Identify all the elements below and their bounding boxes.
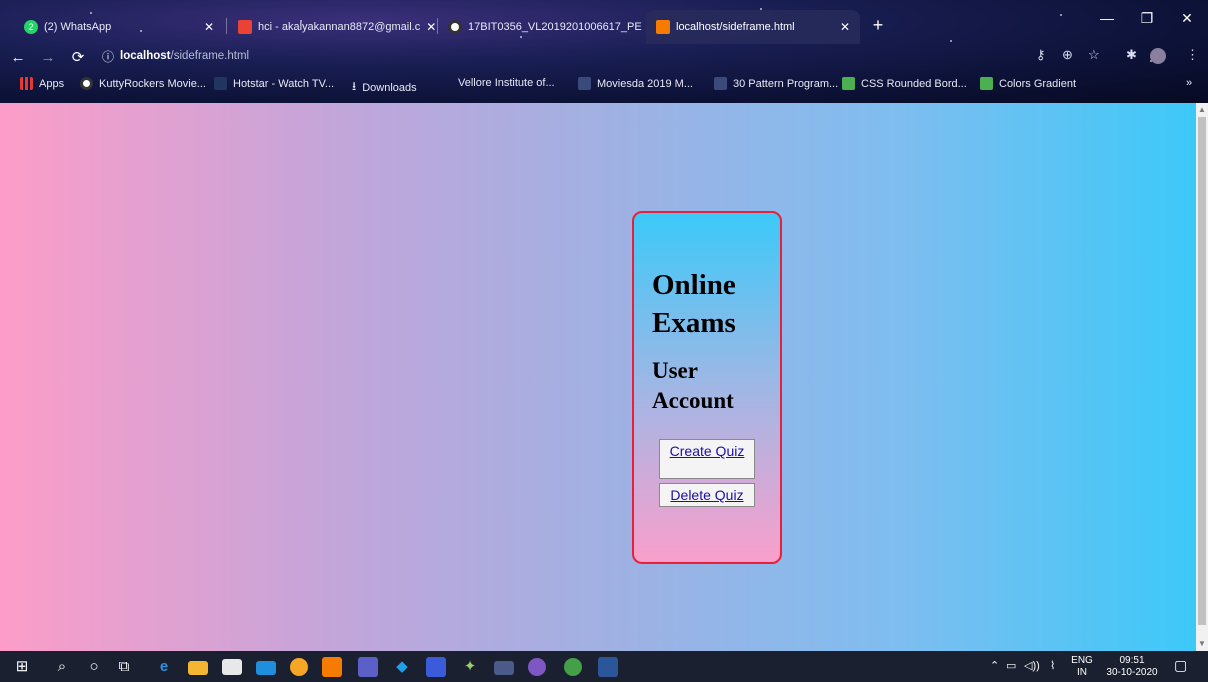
tab-sideframe[interactable]: localhost/sideframe.html ✕ [646, 10, 860, 44]
w3-icon [842, 77, 855, 90]
minimize-icon[interactable]: — [1092, 10, 1122, 26]
create-quiz-button[interactable]: Create Quiz [659, 439, 755, 479]
address-bar[interactable]: ⓘ localhost/sideframe.html [96, 45, 1106, 67]
clock[interactable]: 09:51 30-10-2020 [1104, 655, 1160, 679]
globe-icon [80, 77, 93, 90]
taskbar: ⊞ ⌕ ○ ⧉ e ◆ ✦ ⌃ ▭ ◁)) ⌇ ENG IN 09:51 30-… [0, 651, 1208, 682]
window-close-icon[interactable]: ✕ [1172, 10, 1202, 27]
bookmark-colors-gradient[interactable]: Colors Gradient [980, 77, 1076, 90]
hotstar-icon [214, 77, 227, 90]
close-icon[interactable]: ✕ [840, 20, 850, 34]
apps-grid-icon [20, 77, 33, 90]
scroll-up-icon[interactable]: ▲ [1198, 105, 1206, 115]
tab-label: localhost/sideframe.html [676, 21, 795, 33]
tray-chevron-icon[interactable]: ⌃ [990, 660, 999, 672]
teams-icon[interactable] [358, 657, 378, 677]
close-icon[interactable]: ✕ [204, 20, 214, 34]
mail-icon[interactable] [256, 661, 276, 675]
network-icon[interactable]: ▭ [1006, 660, 1016, 672]
tab-vtop[interactable]: 17BIT0356_VL2019201006617_PE ✕ [438, 10, 644, 44]
new-tab-button[interactable]: + [866, 14, 890, 38]
search-icon[interactable]: ⌕ [52, 657, 72, 677]
url-path: /sideframe.html [170, 50, 250, 62]
volume-icon[interactable]: ◁)) [1024, 660, 1040, 672]
info-icon[interactable]: ⓘ [102, 48, 114, 65]
bookmark-pattern[interactable]: 30 Pattern Program... [714, 77, 838, 90]
key-icon[interactable]: ⚷ [1036, 47, 1046, 63]
bookmarks-bar: Apps KuttyRockers Movie... Hotstar - Wat… [0, 72, 1208, 98]
w3-icon [980, 77, 993, 90]
account-card: Online Exams User Account Create Quiz De… [632, 211, 782, 564]
page-icon [714, 77, 727, 90]
bookmark-hotstar[interactable]: Hotstar - Watch TV... [214, 77, 334, 90]
chrome-profile-icon[interactable] [564, 658, 582, 676]
cortana-icon[interactable]: ○ [84, 657, 104, 677]
browser-toolbar: ← → ⟳ ⓘ localhost/sideframe.html ⚷ ⊕ ☆ ✱… [0, 44, 1208, 70]
globe-icon [448, 20, 462, 34]
whatsapp-icon: 2 [24, 20, 38, 34]
forward-icon[interactable]: → [36, 49, 60, 66]
chrome-icon[interactable] [290, 658, 308, 676]
bookmark-vit[interactable]: Vellore Institute of... [458, 77, 555, 89]
page-viewport: Online Exams User Account Create Quiz De… [0, 103, 1196, 651]
xampp-icon [656, 20, 670, 34]
vertical-scrollbar[interactable]: ▲ ▼ [1196, 103, 1208, 651]
more-bookmarks-icon[interactable]: » [1186, 77, 1192, 89]
bookmark-css-rounded[interactable]: CSS Rounded Bord... [842, 77, 967, 90]
tab-gmail[interactable]: hci - akalyakannan8872@gmail.c ✕ [228, 10, 436, 44]
restore-icon[interactable]: ❐ [1132, 10, 1162, 27]
url-host: localhost [120, 50, 171, 62]
windows-start-icon[interactable]: ⊞ [12, 657, 32, 677]
bookmark-apps[interactable]: Apps [20, 77, 64, 90]
menu-icon[interactable]: ⋮ [1186, 47, 1199, 63]
tab-label: (2) WhatsApp [44, 21, 112, 33]
virtualbox-icon[interactable]: ◆ [392, 657, 412, 677]
scroll-down-icon[interactable]: ▼ [1198, 639, 1206, 649]
bookmark-moviesda[interactable]: Moviesda 2019 M... [578, 77, 693, 90]
back-icon[interactable]: ← [6, 49, 30, 66]
tab-label: hci - akalyakannan8872@gmail.c [258, 21, 421, 33]
page-title: Online Exams [652, 269, 736, 339]
tab-strip: 2 (2) WhatsApp ✕ hci - akalyakannan8872@… [0, 0, 1208, 44]
github-desktop-icon[interactable] [528, 658, 546, 676]
app-icon[interactable] [494, 661, 514, 675]
language-indicator[interactable]: ENG IN [1070, 655, 1094, 679]
bookmark-downloads[interactable]: ⭳ Downloads [352, 77, 417, 98]
bookmark-kuttyrockers[interactable]: KuttyRockers Movie... [80, 77, 206, 90]
zoom-icon[interactable]: ⊕ [1062, 47, 1073, 63]
xampp-icon[interactable] [322, 657, 342, 677]
notification-icon[interactable]: ▢ [1174, 658, 1187, 672]
word-icon[interactable] [598, 657, 618, 677]
file-explorer-icon[interactable] [188, 661, 208, 675]
reload-icon[interactable]: ⟳ [66, 48, 90, 66]
tab-label: 17BIT0356_VL2019201006617_PE [468, 21, 642, 33]
tab-whatsapp[interactable]: 2 (2) WhatsApp ✕ [14, 10, 224, 44]
close-icon[interactable]: ✕ [426, 20, 436, 34]
extensions-icon[interactable]: ✱ [1126, 47, 1137, 63]
eclipse-icon[interactable]: ✦ [460, 657, 480, 677]
avatar[interactable] [1150, 48, 1166, 64]
moviesda-icon [578, 77, 591, 90]
delete-quiz-button[interactable]: Delete Quiz [659, 483, 755, 507]
edge-icon[interactable]: e [154, 657, 174, 677]
store-icon[interactable] [222, 659, 242, 675]
scroll-thumb[interactable] [1198, 117, 1206, 625]
wifi-icon[interactable]: ⌇ [1050, 660, 1055, 672]
gmail-icon [238, 20, 252, 34]
star-icon[interactable]: ☆ [1088, 47, 1100, 63]
page-subtitle: User Account [652, 358, 734, 413]
task-view-icon[interactable]: ⧉ [114, 657, 134, 677]
devcpp-icon[interactable] [426, 657, 446, 677]
download-icon: ⭳ [352, 79, 357, 93]
browser-chrome: 2 (2) WhatsApp ✕ hci - akalyakannan8872@… [0, 0, 1208, 103]
